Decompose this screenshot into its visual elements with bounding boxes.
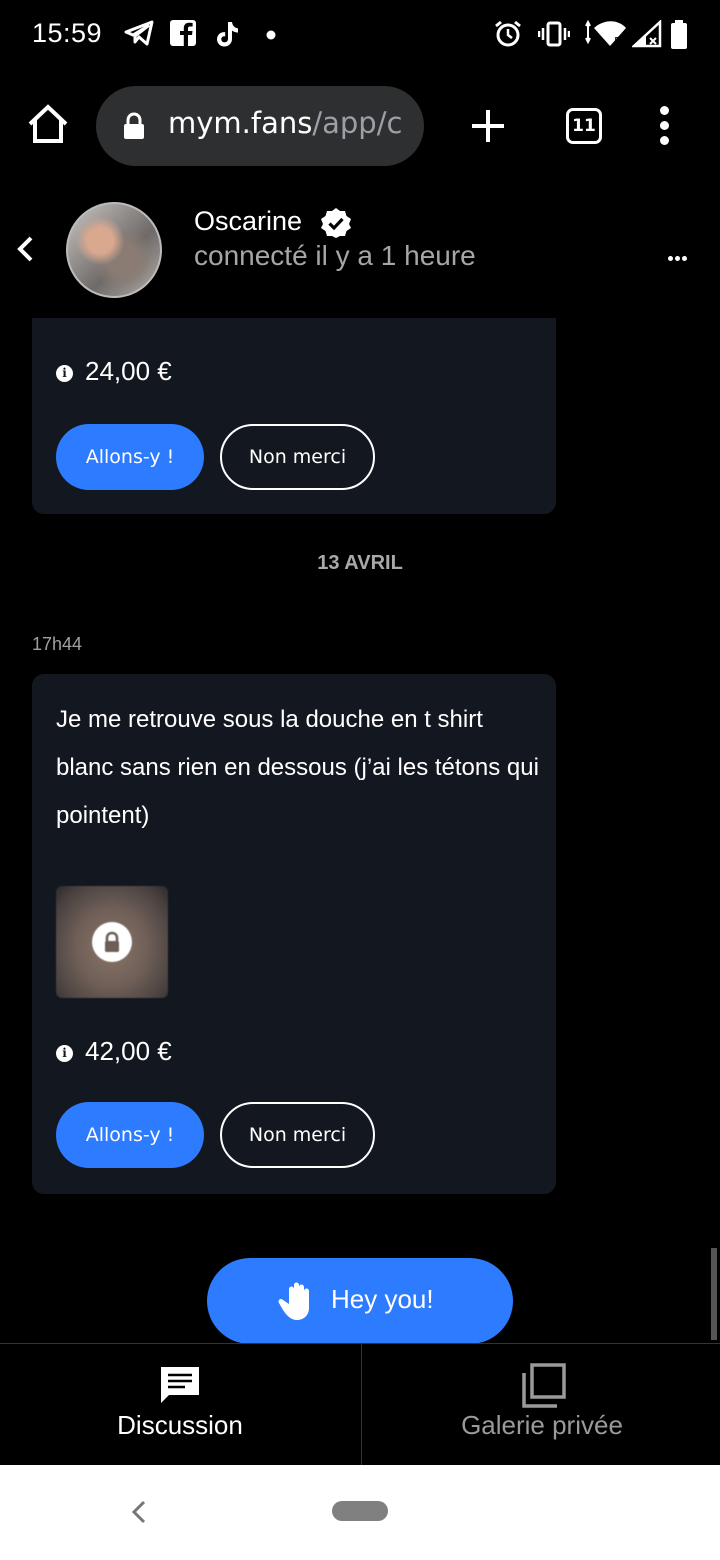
raised-hand-icon: [278, 1282, 309, 1320]
home-icon[interactable]: [26, 102, 70, 146]
alarm-icon: [495, 20, 521, 47]
tab-galerie-label: Galerie privée: [461, 1410, 623, 1440]
price-row: i 42,00 €: [56, 1036, 172, 1067]
lock-badge: [92, 922, 132, 962]
browser-menu-icon[interactable]: [658, 106, 670, 146]
hey-you-button[interactable]: Hey you!: [207, 1258, 513, 1344]
telegram-icon: [124, 20, 154, 46]
chat-icon: [161, 1367, 199, 1403]
nav-back-icon[interactable]: [128, 1499, 150, 1525]
accept-button[interactable]: Allons-y !: [56, 1102, 204, 1168]
tab-discussion-label: Discussion: [117, 1410, 243, 1440]
status-bar: 15:59 5: [0, 0, 720, 72]
browser-toolbar: mym.fans/app/c 11: [0, 72, 720, 182]
decline-button[interactable]: Non merci: [220, 424, 375, 490]
tab-switcher-button[interactable]: 11: [566, 108, 602, 144]
chat-header: Oscarine connecté il y a 1 heure: [0, 182, 720, 318]
hey-you-label: Hey you!: [331, 1284, 434, 1314]
price-row: i 24,00 €: [56, 356, 172, 387]
system-navigation-bar: [0, 1465, 720, 1560]
scrollbar[interactable]: [711, 1248, 717, 1340]
vibrate-icon: [538, 21, 570, 47]
dot-icon: [266, 30, 276, 40]
status-time: 15:59: [32, 18, 103, 48]
info-icon[interactable]: i: [56, 365, 73, 382]
nav-home-pill[interactable]: [332, 1501, 388, 1521]
tiktok-icon: [217, 22, 238, 47]
price-value: 24,00 €: [85, 356, 172, 386]
lock-icon: [124, 112, 144, 139]
url-host: mym.fans: [168, 106, 313, 140]
more-options-icon[interactable]: [668, 246, 692, 261]
info-icon[interactable]: i: [56, 1045, 73, 1062]
decline-button[interactable]: Non merci: [220, 1102, 375, 1168]
message-card: Je me retrouve sous la douche en t shirt…: [32, 674, 556, 1194]
locked-media-thumbnail[interactable]: [56, 886, 168, 998]
url-text: mym.fans/app/c: [168, 106, 402, 140]
battery-icon: [671, 20, 687, 49]
back-arrow-icon[interactable]: [14, 234, 36, 264]
facebook-icon: [170, 20, 196, 46]
accept-button[interactable]: Allons-y !: [56, 424, 204, 490]
bottom-tab-bar: Discussion Galerie privée: [0, 1343, 720, 1466]
gallery-icon: [522, 1363, 566, 1408]
wifi-icon: 5: [585, 20, 626, 48]
padlock-icon: [105, 931, 119, 952]
message-card: i 24,00 € Allons-y ! Non merci: [32, 318, 556, 514]
tab-galerie-privee[interactable]: Galerie privée: [361, 1344, 720, 1466]
tab-discussion[interactable]: Discussion: [0, 1344, 360, 1466]
new-tab-icon[interactable]: [466, 104, 510, 148]
url-path: /app/c: [312, 106, 403, 140]
avatar[interactable]: [66, 202, 162, 298]
price-value: 42,00 €: [85, 1036, 172, 1066]
url-bar[interactable]: mym.fans/app/c: [96, 86, 424, 166]
signal-icon: [632, 20, 662, 48]
date-separator: 13 AVRIL: [317, 552, 403, 574]
message-time: 17h44: [32, 634, 83, 654]
svg-text:5: 5: [614, 35, 621, 48]
contact-name[interactable]: Oscarine: [194, 206, 302, 237]
verified-badge-icon: [321, 208, 351, 238]
message-text: Je me retrouve sous la douche en t shirt…: [56, 706, 539, 829]
contact-status: connecté il y a 1 heure: [194, 240, 476, 271]
